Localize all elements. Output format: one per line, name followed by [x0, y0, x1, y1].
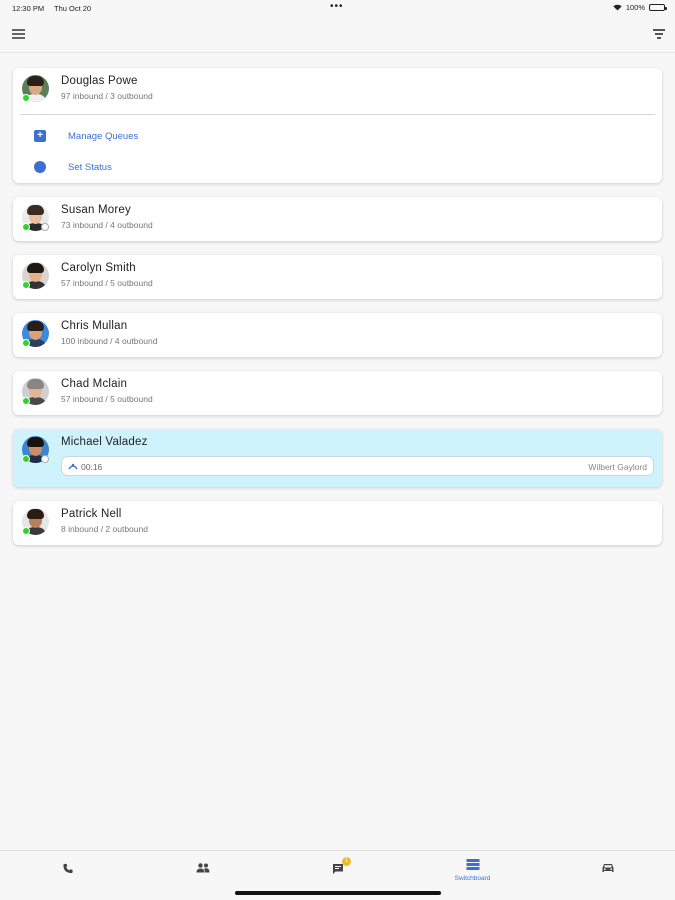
home-indicator[interactable]: [235, 891, 441, 895]
divider: [20, 114, 655, 115]
tab-switchboard-label: Switchboard: [454, 875, 491, 882]
call-duration: 00:16: [81, 462, 103, 472]
agent-name: Carolyn Smith: [61, 262, 136, 274]
agent-name: Chad Mclain: [61, 378, 128, 390]
agent-stats: 8 inbound / 2 outbound: [61, 524, 148, 534]
tab-phone[interactable]: [0, 851, 135, 891]
people-icon: [196, 863, 209, 873]
tab-car[interactable]: [540, 851, 675, 891]
agent-card[interactable]: Patrick Nell 8 inbound / 2 outbound: [13, 501, 662, 545]
agent-row[interactable]: Susan Morey 73 inbound / 4 outbound: [13, 197, 662, 241]
agent-name: Chris Mullan: [61, 320, 128, 332]
agent-stats: 100 inbound / 4 outbound: [61, 336, 158, 346]
agent-row[interactable]: Chad Mclain 57 inbound / 5 outbound: [13, 371, 662, 415]
switchboard-icon: [466, 859, 479, 870]
current-agent-card[interactable]: Douglas Powe 97 inbound / 3 outbound + M…: [13, 68, 662, 183]
agent-name: Patrick Nell: [61, 508, 122, 520]
manage-queues-label: Manage Queues: [68, 131, 139, 142]
muted-icon: [41, 455, 49, 463]
avatar: [22, 436, 49, 463]
chat-icon: [332, 864, 343, 874]
agent-stats: 73 inbound / 4 outbound: [61, 220, 153, 230]
manage-queues-button[interactable]: + Manage Queues: [13, 121, 662, 152]
agent-card[interactable]: Chris Mullan 100 inbound / 4 outbound: [13, 313, 662, 357]
agent-list: Douglas Powe 97 inbound / 3 outbound + M…: [13, 68, 662, 559]
online-status-dot: [22, 527, 30, 535]
agent-card[interactable]: Carolyn Smith 57 inbound / 5 outbound: [13, 255, 662, 299]
agent-stats: 57 inbound / 5 outbound: [61, 394, 153, 404]
online-status-dot: [22, 397, 30, 405]
online-status-dot: [22, 339, 30, 347]
active-call[interactable]: 00:16 Wilbert Gaylord: [61, 456, 654, 476]
agent-row[interactable]: Douglas Powe 97 inbound / 3 outbound: [13, 68, 662, 112]
status-dot-icon: [34, 161, 46, 173]
tab-chat[interactable]: [270, 851, 405, 891]
agent-row[interactable]: Carolyn Smith 57 inbound / 5 outbound: [13, 255, 662, 299]
agent-stats: 57 inbound / 5 outbound: [61, 278, 153, 288]
agent-name: Michael Valadez: [61, 436, 148, 448]
wifi-icon: [613, 4, 622, 11]
multitask-dots[interactable]: •••: [330, 1, 344, 12]
battery-percent: 100%: [625, 3, 645, 12]
tab-people[interactable]: [135, 851, 270, 891]
avatar: [22, 262, 49, 289]
online-status-dot: [22, 281, 30, 289]
agent-row[interactable]: Patrick Nell 8 inbound / 2 outbound: [13, 501, 662, 545]
chat-unread-badge: 1: [342, 857, 351, 866]
agent-name: Douglas Powe: [61, 75, 138, 87]
set-status-label: Set Status: [68, 162, 112, 173]
online-status-dot: [22, 455, 30, 463]
phone-icon: [62, 863, 73, 874]
car-icon: [602, 864, 613, 872]
tab-switchboard[interactable]: Switchboard: [405, 851, 540, 891]
online-status-dot: [22, 94, 30, 102]
status-time: 12:30 PM: [12, 4, 45, 13]
avatar: [22, 508, 49, 535]
status-date: Thu Oct 20: [54, 4, 92, 13]
agent-row[interactable]: Chris Mullan 100 inbound / 4 outbound: [13, 313, 662, 357]
online-status-dot: [22, 223, 30, 231]
call-direction-icon: [68, 463, 78, 470]
agent-name: Susan Morey: [61, 204, 131, 216]
muted-icon: [41, 223, 49, 231]
caller-name: Wilbert Gaylord: [588, 462, 647, 472]
agent-card-on-call[interactable]: Michael Valadez 00:16 Wilbert Gaylord: [13, 429, 662, 487]
avatar: [22, 320, 49, 347]
status-bar: 12:30 PM Thu Oct 20 ••• 100%: [0, 0, 675, 16]
agent-card[interactable]: Chad Mclain 57 inbound / 5 outbound: [13, 371, 662, 415]
avatar: [22, 204, 49, 231]
avatar: [22, 75, 49, 102]
filter-icon[interactable]: [653, 29, 665, 39]
battery-icon: [649, 4, 667, 11]
queue-icon: +: [34, 130, 46, 142]
status-right: 100%: [613, 3, 667, 12]
agent-stats: 97 inbound / 3 outbound: [61, 91, 153, 101]
agent-card[interactable]: Susan Morey 73 inbound / 4 outbound: [13, 197, 662, 241]
top-toolbar: [0, 16, 675, 53]
menu-icon[interactable]: [12, 29, 25, 39]
set-status-button[interactable]: Set Status: [13, 152, 662, 183]
avatar: [22, 378, 49, 405]
